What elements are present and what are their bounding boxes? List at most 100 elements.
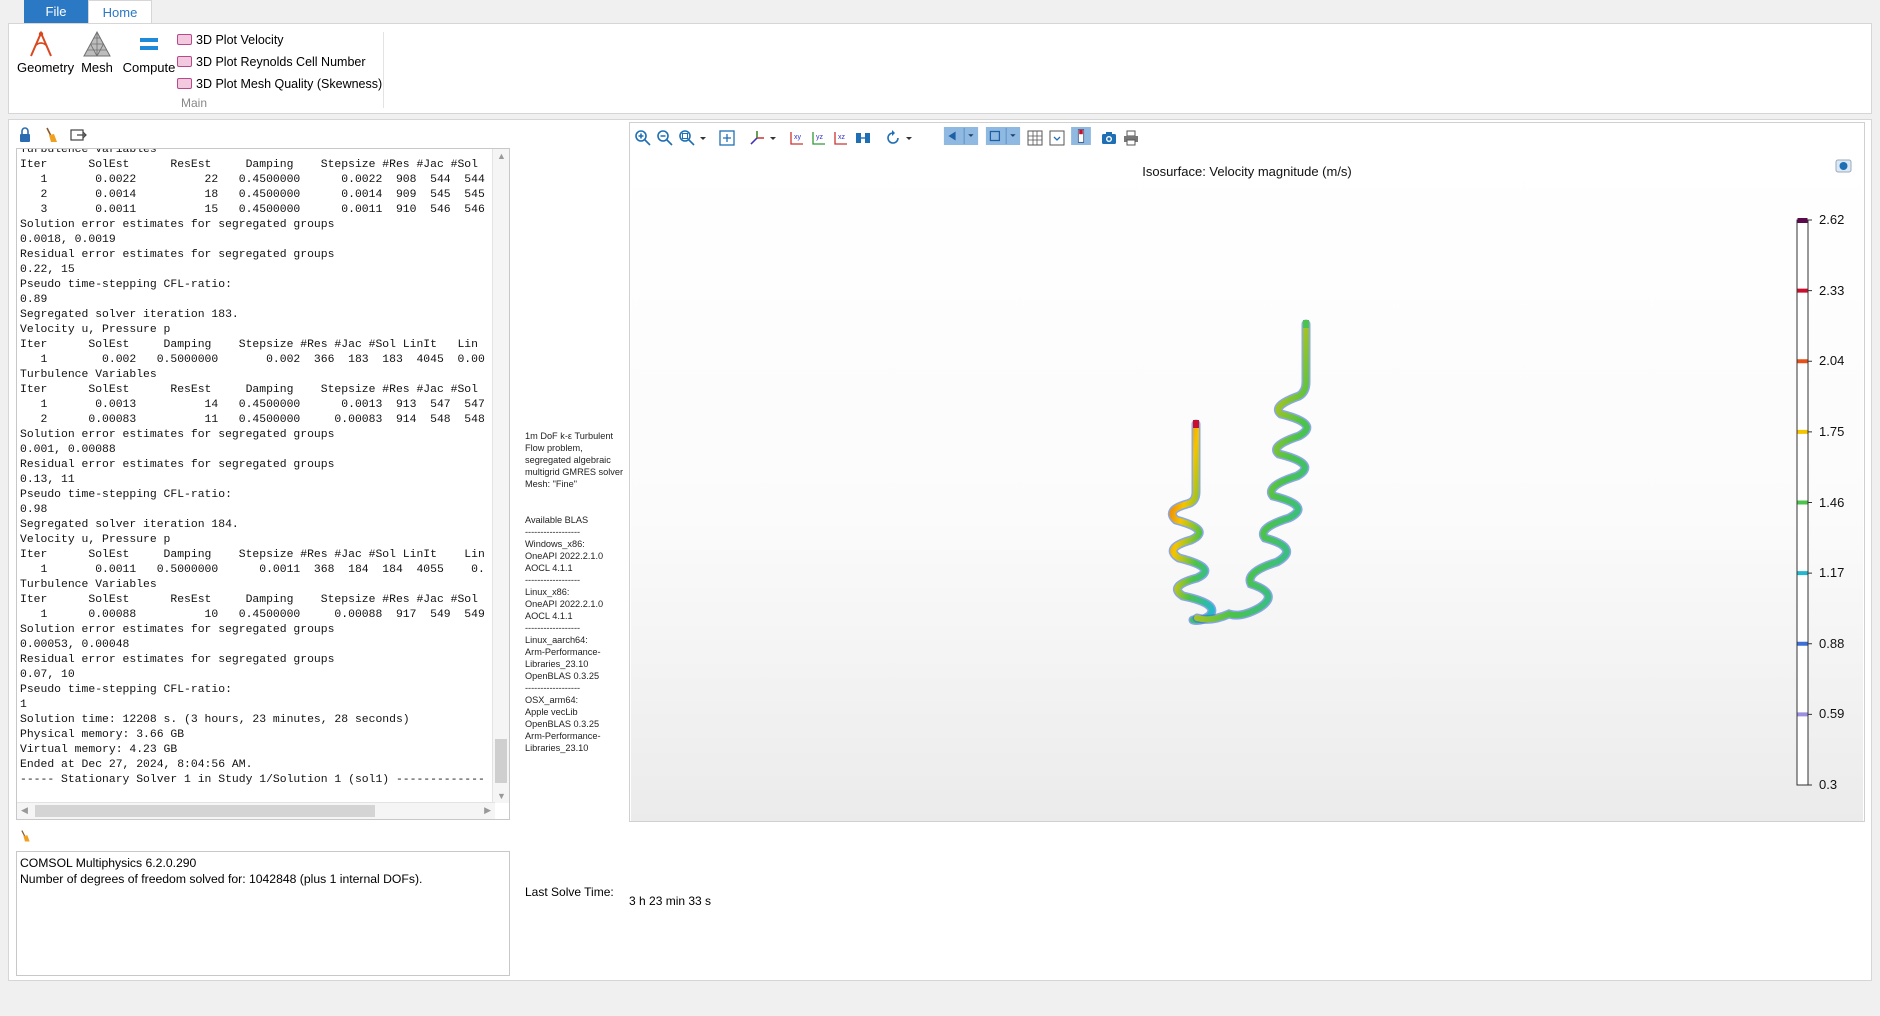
log-line: Residual error estimates for segregated … (20, 654, 335, 666)
clear-broom-icon[interactable] (18, 828, 32, 844)
log-line: 3 0.0011 15 0.4500000 0.0011 910 546 546 (40, 204, 485, 216)
log-vertical-scroll-thumb[interactable] (495, 739, 507, 783)
log-horizontal-scroll-thumb[interactable] (35, 805, 375, 817)
info-line: multigrid GMRES solver (525, 467, 624, 477)
info-line: ------------------ (525, 575, 581, 585)
color-legend-band (1797, 712, 1808, 717)
log-line: Iter SolEst Damping Stepsize #Res #Jac #… (20, 549, 485, 561)
svg-text:xy: xy (794, 134, 802, 141)
chevron-down-icon[interactable] (904, 129, 914, 147)
log-line: Segregated solver iteration 183. (20, 309, 239, 321)
mesh-button[interactable]: Mesh (77, 30, 117, 75)
rotate-icon[interactable] (884, 129, 902, 147)
geometry-button[interactable]: Geometry (17, 30, 75, 75)
message-line: COMSOL Multiphysics 6.2.0.290 (20, 856, 197, 870)
scene-light-icon[interactable] (942, 127, 980, 145)
info-line: OpenBLAS 0.3.25 (525, 719, 600, 729)
graphics-window[interactable]: xy yz xz Isosurface: Velocity magnitude … (629, 122, 1865, 822)
plot-item-mesh-quality[interactable]: 3D Plot Mesh Quality (Skewness) (177, 73, 387, 95)
show-axes-icon[interactable] (1048, 129, 1066, 147)
color-legend-band (1797, 641, 1808, 646)
isosurface-geometry (1167, 319, 1312, 625)
view-yz-icon[interactable]: yz (810, 129, 828, 147)
log-line: Iter SolEst Damping Stepsize #Res #Jac #… (20, 339, 478, 351)
log-line: 0.98 (20, 504, 48, 516)
log-line: 2 0.0014 18 0.4500000 0.0014 909 545 545 (40, 189, 485, 201)
geometry-icon (30, 30, 52, 57)
log-line: 0.001, 0.00088 (20, 444, 116, 456)
scroll-left-icon[interactable]: ◀ (21, 805, 28, 816)
color-legend-tick-label: 1.46 (1819, 494, 1845, 510)
log-line: 1 (20, 699, 27, 711)
scroll-right-icon[interactable]: ▶ (484, 805, 491, 816)
zoom-in-icon[interactable] (634, 129, 652, 147)
info-line: Arm-Performance- (525, 731, 601, 741)
log-line: Solution time: 12208 s. (3 hours, 23 min… (20, 714, 410, 726)
graphics-canvas[interactable]: Isosurface: Velocity magnitude (m/s) 2.6… (631, 152, 1863, 821)
transparency-icon[interactable] (984, 127, 1022, 145)
log-line: 0.13, 11 (20, 474, 75, 486)
log-line: Turbulence Variables (20, 148, 157, 156)
plot-item-label: 3D Plot Reynolds Cell Number (196, 55, 366, 69)
print-icon[interactable] (1122, 129, 1140, 147)
log-text: Turbulence Variables Iter SolEst ResEst … (20, 148, 485, 788)
log-line: 2 0.00083 11 0.4500000 0.00083 914 548 5… (40, 414, 485, 426)
view-xy-icon[interactable]: xy (788, 129, 806, 147)
ribbon-separator (383, 32, 384, 108)
log-vertical-scrollbar[interactable]: ▲ ▼ (492, 149, 509, 803)
chevron-down-icon[interactable] (698, 129, 708, 147)
zoom-out-icon[interactable] (656, 129, 674, 147)
plot-item-velocity[interactable]: 3D Plot Velocity (177, 29, 387, 51)
info-line: OneAPI 2022.2.1.0 (525, 551, 604, 561)
tab-home[interactable]: Home (88, 0, 152, 24)
clear-broom-icon[interactable] (42, 126, 60, 144)
log-line: Iter SolEst ResEst Damping Stepsize #Res… (20, 594, 478, 606)
info-line (525, 502, 625, 514)
view-direction-icon[interactable] (854, 129, 872, 147)
svg-text:xz: xz (838, 134, 846, 141)
export-log-icon[interactable] (69, 126, 87, 144)
zoom-extents-icon[interactable] (718, 129, 736, 147)
last-solve-time-value: 3 h 23 min 33 s (629, 894, 712, 908)
chevron-down-icon[interactable] (768, 129, 778, 147)
grid-icon[interactable] (1026, 129, 1044, 147)
plot-item-reynolds[interactable]: 3D Plot Reynolds Cell Number (177, 51, 387, 73)
info-line: ------------------ (525, 623, 581, 633)
log-line: 0.07, 10 (20, 669, 75, 681)
color-legend-tick-label: 1.75 (1819, 423, 1845, 439)
color-legend-bar (1796, 218, 1812, 786)
tab-file[interactable]: File (24, 0, 88, 24)
axis-orientation-icon[interactable] (748, 129, 766, 147)
scroll-down-icon[interactable]: ▼ (497, 791, 506, 801)
log-line: 1 0.002 0.5000000 0.002 366 183 183 4045… (40, 354, 485, 366)
color-legend-tick-label: 2.04 (1819, 353, 1845, 369)
log-line: Pseudo time-stepping CFL-ratio: (20, 684, 232, 696)
info-line: Arm-Performance- (525, 647, 601, 657)
plot-3d-icon (177, 78, 192, 89)
mesh-icon (83, 30, 111, 57)
color-legend-tick-label: 0.3 (1819, 777, 1838, 792)
legend-toggle-icon[interactable] (1070, 127, 1092, 145)
plot-3d-icon (177, 34, 192, 45)
camera-icon[interactable] (1100, 129, 1118, 147)
info-line: Linux_aarch64: (525, 635, 588, 645)
log-line: Iter SolEst ResEst Damping Stepsize #Res… (20, 159, 478, 171)
ribbon-tabbar: File Home (0, 0, 1880, 24)
geometry-label: Geometry (17, 60, 75, 75)
messages-window[interactable]: COMSOL Multiphysics 6.2.0.290 Number of … (16, 851, 510, 976)
lock-icon[interactable] (16, 126, 34, 144)
log-horizontal-scrollbar[interactable]: ◀ ▶ (17, 802, 495, 819)
log-line: Turbulence Variables (20, 579, 157, 591)
color-legend-tick-label: 0.88 (1819, 635, 1845, 651)
log-line: Residual error estimates for segregated … (20, 459, 335, 471)
scroll-up-icon[interactable]: ▲ (497, 151, 506, 161)
color-legend-band (1797, 288, 1808, 293)
log-line: 1 0.0013 14 0.4500000 0.0013 913 547 547 (40, 399, 485, 411)
log-window[interactable]: Turbulence Variables Iter SolEst ResEst … (16, 148, 510, 820)
zoom-box-icon[interactable] (678, 129, 696, 147)
view-xz-icon[interactable]: xz (832, 129, 850, 147)
info-line: AOCL 4.1.1 (525, 611, 573, 621)
log-line: Pseudo time-stepping CFL-ratio: (20, 279, 232, 291)
compute-button[interactable]: Compute (121, 30, 177, 75)
last-solve-time-label: Last Solve Time: (525, 885, 614, 899)
